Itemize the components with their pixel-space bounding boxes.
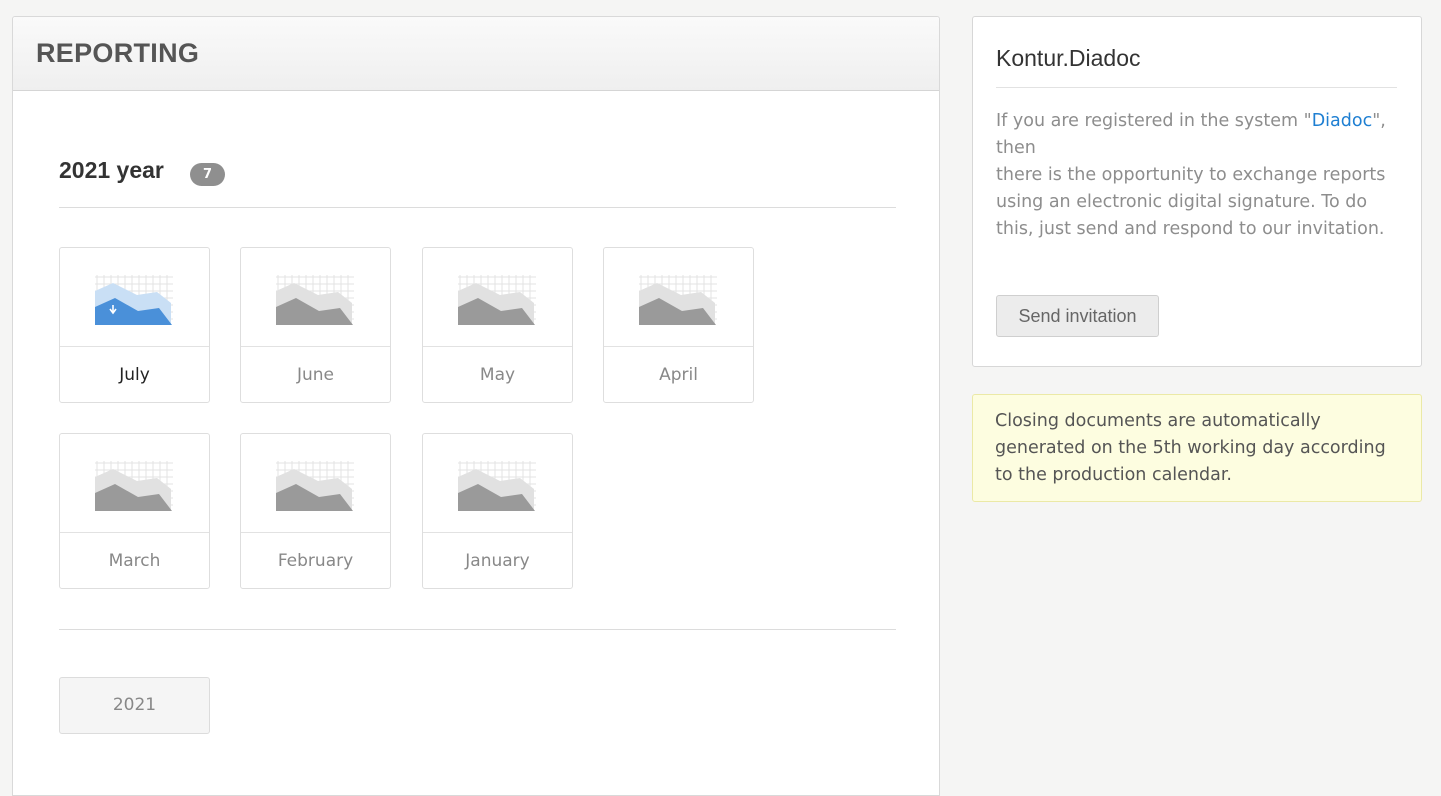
month-label: May — [479, 365, 516, 385]
month-label: February — [277, 551, 354, 571]
area-chart-icon — [458, 461, 536, 511]
area-chart-icon — [276, 275, 354, 325]
report-count-badge: 7 — [190, 163, 225, 186]
area-chart-icon — [276, 461, 354, 511]
send-invitation-button[interactable]: Send invitation — [996, 295, 1159, 337]
month-card-april[interactable]: April — [603, 247, 754, 403]
month-label: July — [119, 365, 150, 385]
year-heading-row: 2021 year 7 — [59, 157, 896, 208]
month-card-july[interactable]: July — [59, 247, 210, 403]
month-card-june[interactable]: June — [240, 247, 391, 403]
month-chart-area — [604, 248, 753, 347]
month-chart-area — [241, 434, 390, 533]
page-title: REPORTING — [36, 38, 200, 68]
month-card-february[interactable]: February — [240, 433, 391, 589]
month-card-may[interactable]: May — [422, 247, 573, 403]
month-label: June — [296, 365, 335, 385]
area-chart-icon — [95, 461, 173, 511]
month-chart-area — [423, 248, 572, 347]
closing-documents-notice: Closing documents are automatically gene… — [972, 394, 1422, 502]
year-button-2021[interactable]: 2021 — [59, 677, 210, 734]
diadoc-title: Kontur.Diadoc — [996, 45, 1397, 88]
month-chart-area — [423, 434, 572, 533]
year-heading: 2021 year — [59, 157, 164, 183]
area-chart-icon — [458, 275, 536, 325]
month-chart-area — [241, 248, 390, 347]
month-label: April — [659, 365, 698, 385]
reporting-panel: REPORTING 2021 year 7 July June May Apri… — [12, 16, 940, 796]
month-label: January — [465, 551, 530, 571]
diadoc-link[interactable]: Diadoc — [1312, 111, 1373, 131]
month-chart-area — [60, 248, 209, 347]
month-chart-area — [60, 434, 209, 533]
area-chart-icon — [95, 275, 173, 325]
diadoc-description: If you are registered in the system "Dia… — [996, 108, 1406, 243]
divider — [59, 629, 896, 630]
month-card-march[interactable]: March — [59, 433, 210, 589]
month-label: March — [108, 551, 161, 571]
panel-header: REPORTING — [13, 17, 939, 91]
diadoc-text-intro: If you are registered in the system " — [996, 111, 1312, 131]
diadoc-card: Kontur.Diadoc If you are registered in t… — [972, 16, 1422, 367]
area-chart-icon — [639, 275, 717, 325]
month-card-january[interactable]: January — [422, 433, 573, 589]
diadoc-text-body: there is the opportunity to exchange rep… — [996, 165, 1386, 239]
